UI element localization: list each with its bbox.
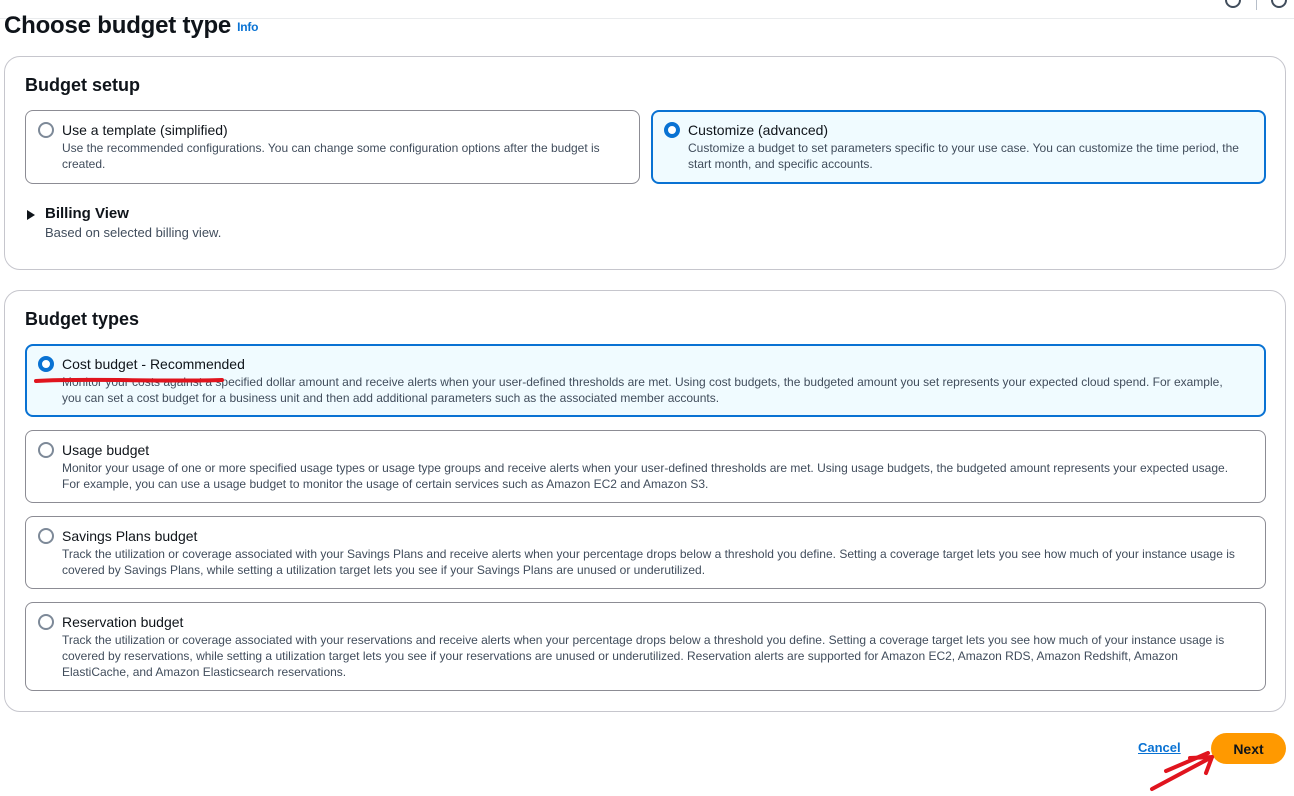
- customize-radio[interactable]: [664, 122, 680, 138]
- template-option-description: Use the recommended configurations. You …: [62, 141, 600, 171]
- usage-budget-title: Usage budget: [62, 442, 150, 458]
- next-button[interactable]: Next: [1211, 733, 1286, 764]
- template-option-tile[interactable]: Use a template (simplified) Use the reco…: [25, 110, 640, 184]
- template-radio[interactable]: [38, 122, 54, 138]
- reservation-budget-tile[interactable]: Reservation budget Track the utilization…: [25, 602, 1266, 691]
- savings-plans-budget-description: Track the utilization or coverage associ…: [62, 547, 1235, 577]
- billing-view-description: Based on selected billing view.: [45, 225, 222, 240]
- settings-icon[interactable]: [1271, 0, 1287, 8]
- info-link[interactable]: Info: [237, 20, 258, 34]
- cost-budget-radio[interactable]: [38, 356, 54, 372]
- template-option-title: Use a template (simplified): [62, 122, 228, 138]
- budget-setup-heading: Budget setup: [25, 75, 140, 95]
- budget-setup-panel: Budget setup Use a template (simplified)…: [4, 56, 1286, 270]
- savings-plans-budget-title: Savings Plans budget: [62, 528, 198, 544]
- customize-option-description: Customize a budget to set parameters spe…: [688, 141, 1239, 171]
- savings-plans-budget-tile[interactable]: Savings Plans budget Track the utilizati…: [25, 516, 1266, 589]
- caret-right-icon[interactable]: [27, 210, 35, 220]
- customize-option-title: Customize (advanced): [688, 122, 829, 138]
- usage-budget-description: Monitor your usage of one or more specif…: [62, 461, 1229, 491]
- cancel-button[interactable]: Cancel: [1138, 740, 1181, 756]
- cost-budget-tile[interactable]: Cost budget - Recommended Monitor your c…: [25, 344, 1266, 417]
- topbar-divider: [1256, 0, 1257, 10]
- reservation-budget-title: Reservation budget: [62, 614, 184, 630]
- usage-budget-tile[interactable]: Usage budget Monitor your usage of one o…: [25, 430, 1266, 503]
- reservation-budget-description: Track the utilization or coverage associ…: [62, 633, 1225, 679]
- savings-plans-budget-radio[interactable]: [38, 528, 54, 544]
- cost-budget-title: Cost budget - Recommended: [62, 356, 245, 372]
- annotation-arrow-icon: [1150, 751, 1214, 791]
- billing-view-title[interactable]: Billing View: [45, 205, 129, 223]
- budget-types-heading: Budget types: [25, 309, 140, 329]
- customize-option-tile[interactable]: Customize (advanced) Customize a budget …: [651, 110, 1266, 184]
- help-icon[interactable]: [1225, 0, 1241, 8]
- budget-types-panel: Budget types Cost budget - Recommended M…: [4, 290, 1286, 712]
- usage-budget-radio[interactable]: [38, 442, 54, 458]
- page-title-row: Choose budget type Info: [4, 12, 258, 40]
- cost-budget-description: Monitor your costs against a specified d…: [62, 375, 1223, 405]
- page-title: Choose budget type: [4, 12, 232, 39]
- reservation-budget-radio[interactable]: [38, 614, 54, 630]
